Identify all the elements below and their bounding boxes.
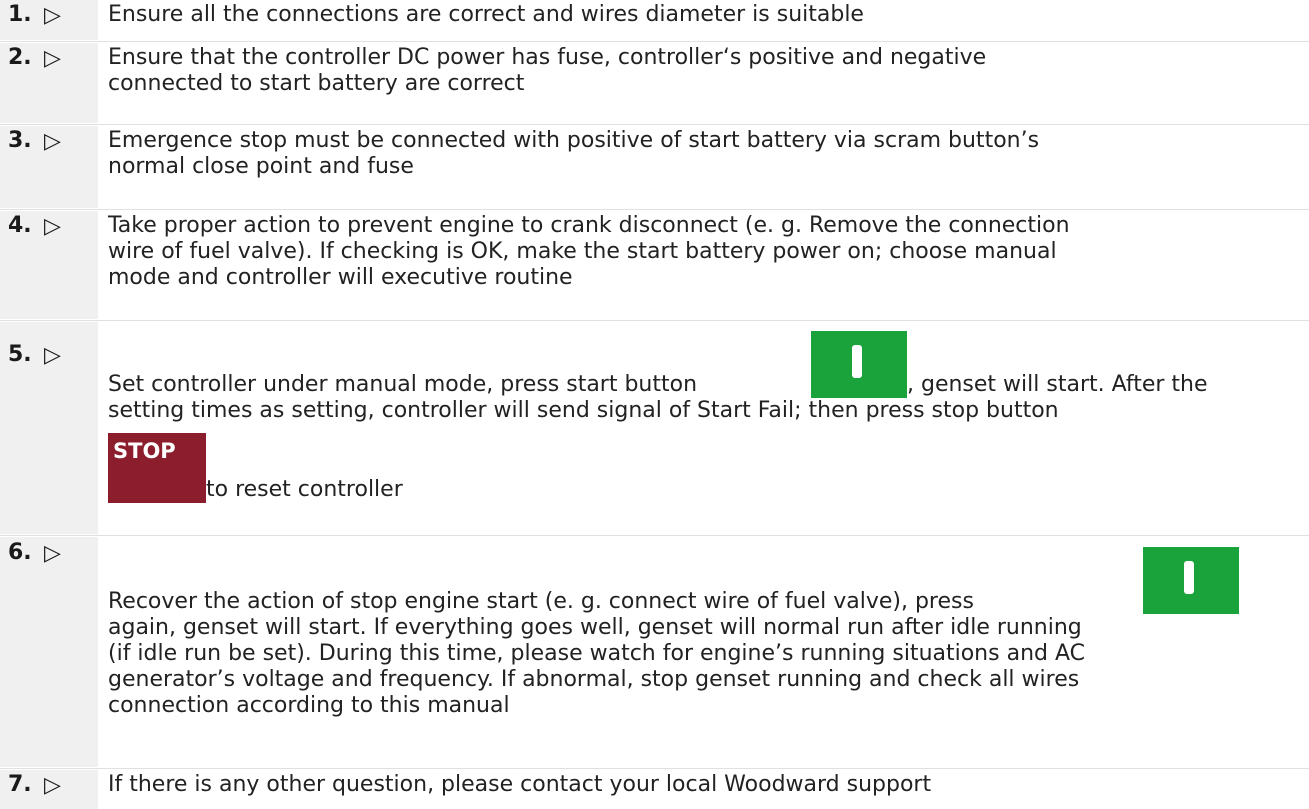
start-button-icon xyxy=(1143,547,1239,614)
start-button-icon xyxy=(811,331,907,398)
step-text-line: again, genset will start. If everything … xyxy=(108,615,1082,640)
step-divider xyxy=(0,320,1309,321)
step-text-line: Take proper action to prevent engine to … xyxy=(108,213,1070,238)
step-arrow-icon: ▷ xyxy=(44,773,61,798)
step-text-line: Set controller under manual mode, press … xyxy=(108,372,698,397)
step-number: 4. xyxy=(8,213,32,238)
step-2: 2. ▷ Ensure that the controller DC power… xyxy=(0,43,1309,123)
step-text-line: setting times as setting, controller wil… xyxy=(108,398,1059,423)
stop-button-icon: STOP xyxy=(108,433,206,503)
step-number: 3. xyxy=(8,128,32,153)
step-text-line: Emergence stop must be connected with po… xyxy=(108,128,1040,153)
step-text-line: generator’s voltage and frequency. If ab… xyxy=(108,667,1080,692)
step-6: 6. ▷ Recover the action of stop engine s… xyxy=(0,537,1309,767)
step-arrow-icon: ▷ xyxy=(44,46,61,71)
step-text-line: wire of fuel valve). If checking is OK, … xyxy=(108,239,1057,264)
step-divider xyxy=(0,768,1309,769)
step-text: Ensure that the controller DC power has … xyxy=(108,45,1297,97)
step-number: 6. xyxy=(8,540,32,565)
step-text-line: Ensure all the connections are correct a… xyxy=(108,2,864,27)
step-text-line: Recover the action of stop engine start … xyxy=(108,589,974,614)
step-number-column xyxy=(0,537,98,767)
step-number: 1. xyxy=(8,2,32,27)
step-divider xyxy=(0,41,1309,42)
step-7: 7. ▷ If there is any other question, ple… xyxy=(0,770,1309,809)
step-4: 4. ▷ Take proper action to prevent engin… xyxy=(0,211,1309,319)
step-3: 3. ▷ Emergence stop must be connected wi… xyxy=(0,126,1309,208)
step-text-line: normal close point and fuse xyxy=(108,154,414,179)
step-number: 7. xyxy=(8,772,32,797)
step-arrow-icon: ▷ xyxy=(44,129,61,154)
step-1: 1. ▷ Ensure all the connections are corr… xyxy=(0,0,1309,40)
step-text: Emergence stop must be connected with po… xyxy=(108,128,1297,180)
step-divider xyxy=(0,535,1309,536)
stop-button-label: STOP xyxy=(113,439,176,463)
step-text: Ensure all the connections are correct a… xyxy=(108,2,1297,28)
step-text-line: mode and controller will executive routi… xyxy=(108,265,573,290)
step-text-line: connection according to this manual xyxy=(108,693,510,718)
step-text: Take proper action to prevent engine to … xyxy=(108,213,1297,291)
step-number: 5. xyxy=(8,342,32,367)
step-arrow-icon: ▷ xyxy=(44,541,61,566)
step-number: 2. xyxy=(8,45,32,70)
step-text-line: to reset controller xyxy=(206,477,403,502)
step-text-line: Ensure that the controller DC power has … xyxy=(108,45,987,70)
step-text-line: connected to start battery are correct xyxy=(108,71,525,96)
step-text: If there is any other question, please c… xyxy=(108,772,1297,798)
step-arrow-icon: ▷ xyxy=(44,3,61,28)
step-text-line: If there is any other question, please c… xyxy=(108,772,932,797)
step-5: 5. ▷ Set controller under manual mode, p… xyxy=(0,322,1309,534)
step-arrow-icon: ▷ xyxy=(44,214,61,239)
step-text-line: (if idle run be set). During this time, … xyxy=(108,641,1085,666)
step-arrow-icon: ▷ xyxy=(44,343,61,368)
step-text-line: , genset will start. After the xyxy=(907,372,1208,397)
step-divider xyxy=(0,209,1309,210)
step-divider xyxy=(0,124,1309,125)
